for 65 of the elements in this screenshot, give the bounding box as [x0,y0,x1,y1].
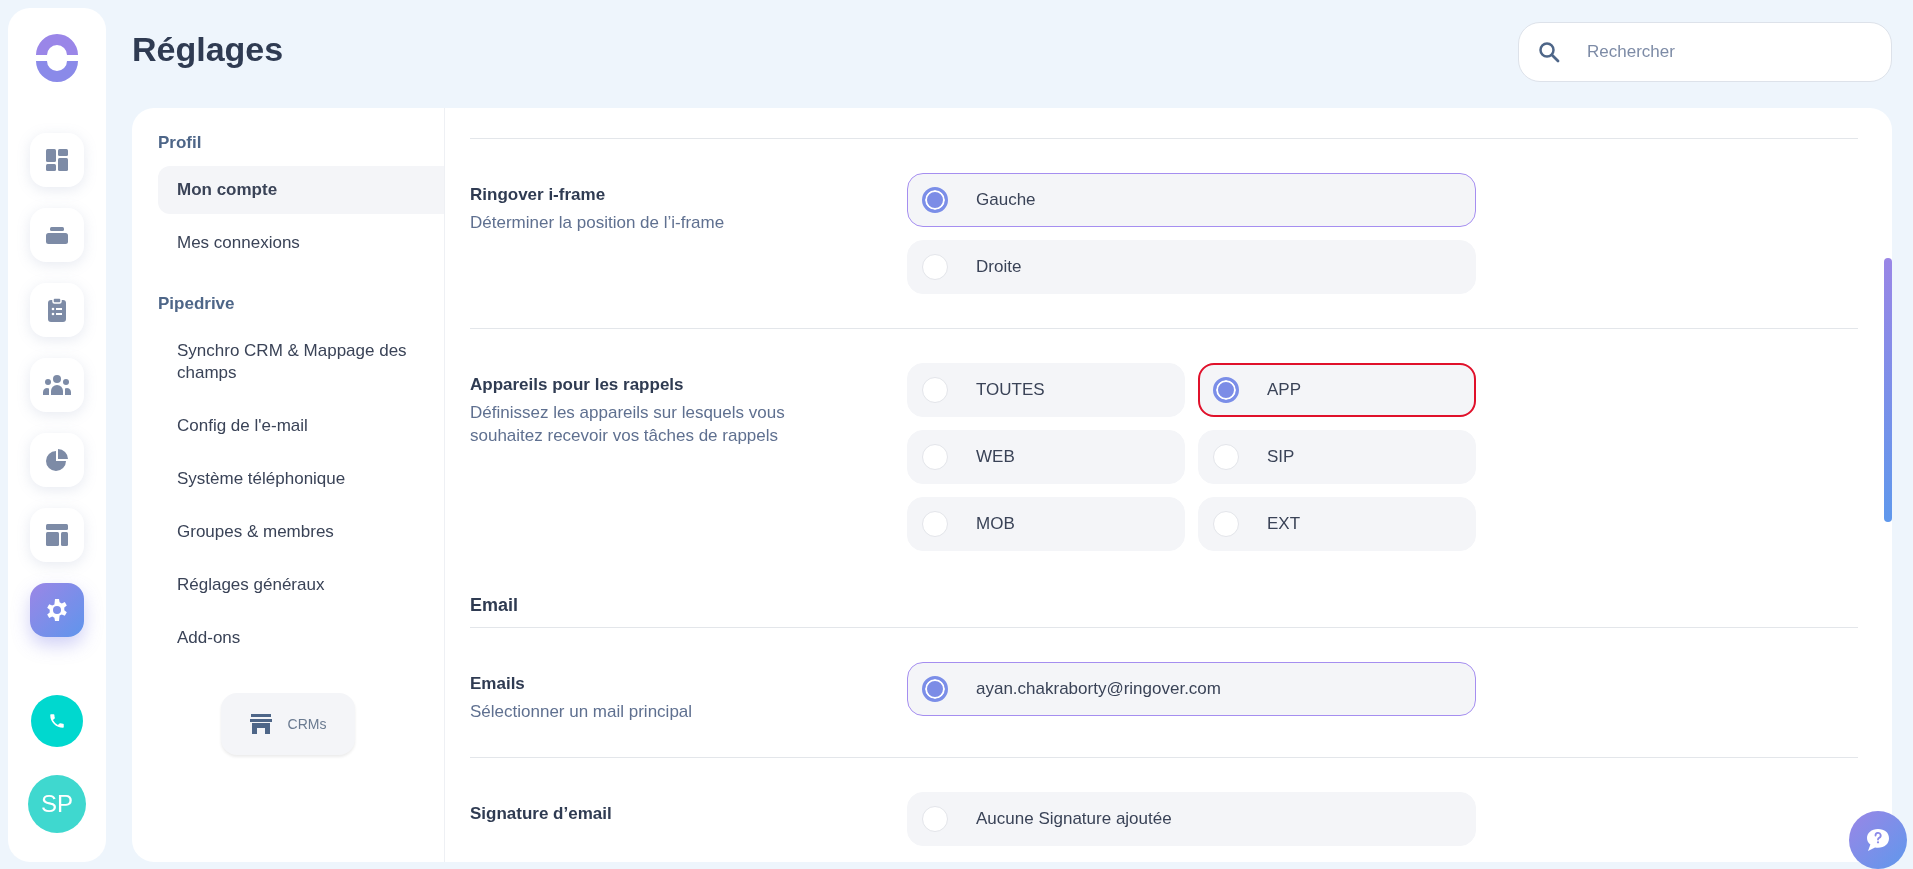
setting-description: Définissez les appareils sur lesquels vous souhaitez recevoir vos tâches de rappels [470,402,786,447]
nav-button[interactable] [30,283,84,337]
radio-option[interactable]: Aucune Signature ajoutée [907,792,1476,846]
setting-title: Ringover i-frame [470,185,607,205]
clipboard-icon [46,297,68,323]
search-icon [1538,41,1560,63]
settings-nav-item[interactable]: Add-ons [158,614,444,662]
radio-option[interactable]: ayan.chakraborty@ringover.com [907,662,1476,716]
nav-button[interactable] [30,583,84,637]
nav-button[interactable] [30,508,84,562]
settings-nav-item[interactable]: Système téléphonique [158,455,444,503]
option-label: Gauche [976,190,1036,210]
dashboard-icon [45,148,69,172]
radio-option[interactable]: Gauche [907,173,1476,227]
radio-option[interactable]: EXT [1198,497,1476,551]
radio-button[interactable] [922,676,948,702]
nav-button[interactable] [30,208,84,262]
help-button[interactable] [1849,811,1907,869]
option-label: APP [1267,380,1302,400]
radio-option[interactable]: SIP [1198,430,1476,484]
scrollbar-thumb[interactable] [1884,258,1892,522]
option-label: ayan.chakraborty@ringover.com [976,679,1221,699]
help-chat-icon [1865,828,1891,852]
radio-option[interactable]: Droite [907,240,1476,294]
pie-chart-icon [45,448,69,472]
setting-title: Signature d’email [470,804,613,824]
nav-button[interactable] [30,433,84,487]
section-heading: Email [470,585,1858,628]
settings-nav-item[interactable]: Réglages généraux [158,561,444,609]
radio-option[interactable]: WEB [907,430,1185,484]
section-title: Profil [158,133,202,153]
option-label: SIP [1267,447,1295,467]
settings-nav-item[interactable]: Mon compte [158,166,444,214]
radio-button[interactable] [1213,377,1239,403]
nav-button[interactable] [30,358,84,412]
section-title: Pipedrive [158,294,235,314]
nav-button[interactable] [30,133,84,187]
option-label: EXT [1267,514,1301,534]
setting-description: Déterminer la position de l’i-frame [470,212,726,234]
layout-icon [45,523,69,547]
option-label: MOB [976,514,1015,534]
crms-button[interactable]: CRMs [221,693,355,755]
settings-icon [45,598,69,622]
setting-title: Emails [470,674,526,694]
setting-title: Appareils pour les rappels [470,375,685,395]
search-field[interactable]: Rechercher [1518,22,1892,82]
settings-nav-item[interactable]: Groupes & membres [158,508,444,556]
store-icon [249,714,272,734]
call-button[interactable] [31,695,83,747]
option-label: Aucune Signature ajoutée [976,809,1172,829]
radio-option[interactable]: TOUTES [907,363,1185,417]
option-label: TOUTES [976,380,1045,400]
page-title: Réglages [132,29,284,69]
option-label: WEB [976,447,1015,467]
radio-button[interactable] [922,187,948,213]
team-icon [43,374,71,396]
settings-nav-item[interactable]: Config de l'e-mail [158,402,444,450]
radio-option[interactable]: MOB [907,497,1185,551]
settings-nav-item[interactable]: Synchro CRM & Mappage des champs [158,327,444,397]
settings-nav-item[interactable]: Mes connexions [158,219,444,267]
option-label: Droite [976,257,1022,277]
logo-icon [33,34,81,82]
phone-icon [48,712,66,730]
setting-description: Sélectionner un mail principal [470,701,694,723]
radio-option[interactable]: APP [1198,363,1476,417]
